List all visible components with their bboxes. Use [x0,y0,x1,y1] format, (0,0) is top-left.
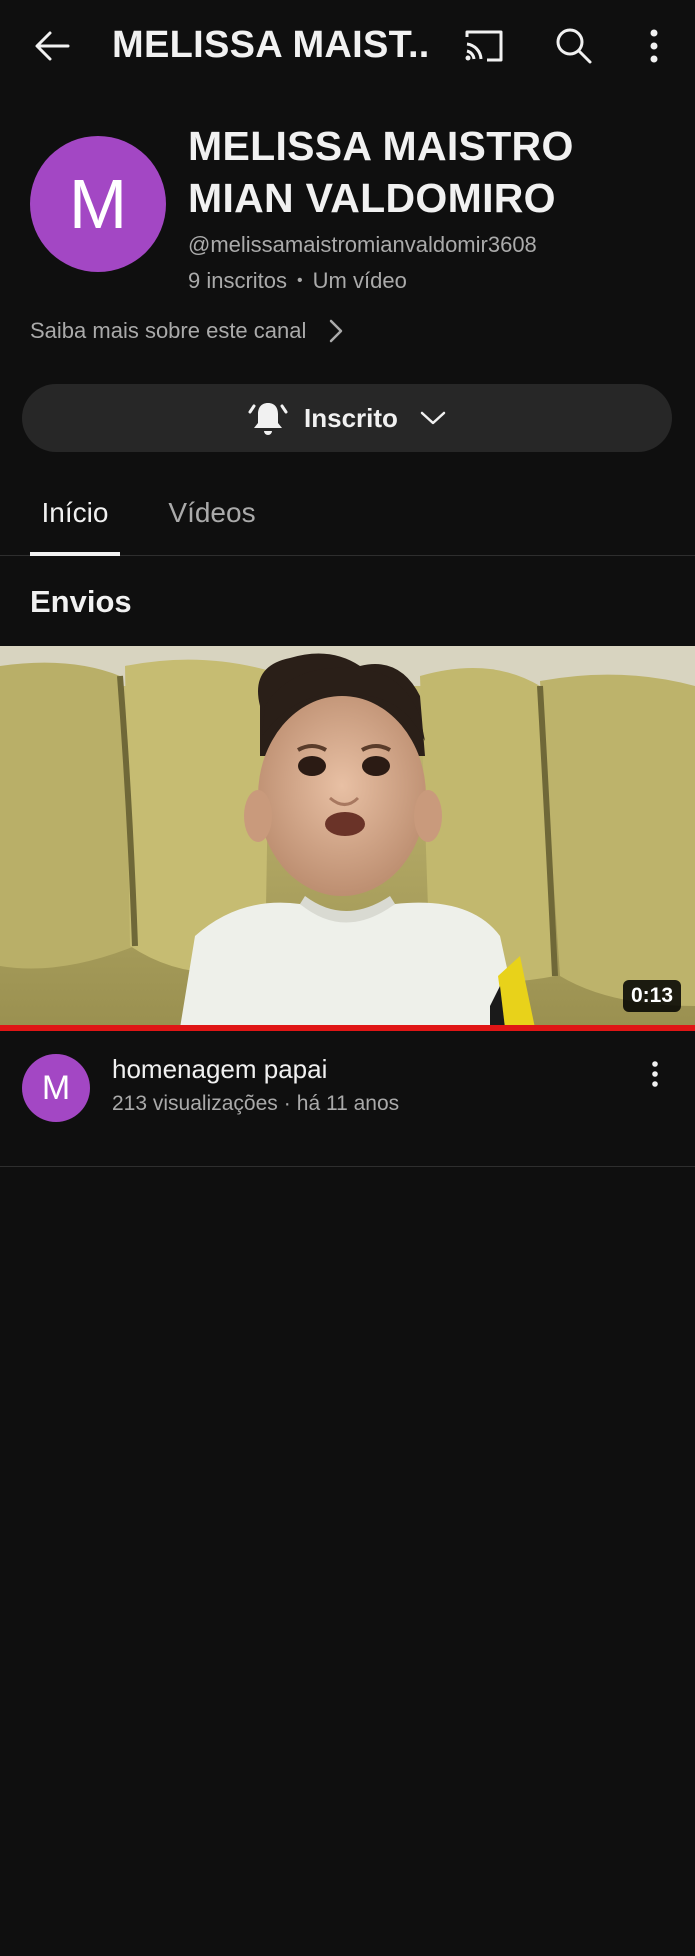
back-button[interactable] [24,18,80,74]
video-channel-avatar-letter: M [41,1068,71,1107]
subscribed-label: Inscrito [304,402,398,433]
more-vert-icon [652,1061,658,1087]
video-count: Um vídeo [312,268,407,293]
active-tab-indicator [30,552,120,556]
about-channel-label: Saiba mais sobre este canal [30,318,307,343]
channel-name-line2: MIAN VALDOMIRO [188,175,556,221]
search-icon [556,28,592,64]
arrow-left-icon [35,31,70,61]
video-thumbnail[interactable] [0,646,695,1028]
channel-name: MELISSA MAISTRO MIAN VALDOMIRO [188,120,668,224]
top-app-bar: MELISSA MAIST... [0,0,695,96]
cast-button[interactable] [456,18,512,74]
chevron-down-icon [420,411,446,425]
more-vert-icon [650,29,658,63]
watch-progress-bar [0,1025,695,1031]
about-channel-link[interactable]: Saiba mais sobre este canal [30,318,344,344]
video-meta: 213 visualizações · há 11 anos [112,1092,399,1116]
section-title: Envios [30,584,132,619]
channel-stats: 9 inscritos • Um vídeo [188,268,407,294]
channel-handle: @melissamaistromianvaldomir3608 [188,232,537,257]
more-options-button[interactable] [626,18,682,74]
list-divider [0,1166,695,1167]
subscribed-button[interactable]: Inscrito [22,384,672,452]
channel-name-line1: MELISSA MAISTRO [188,123,574,169]
video-channel-avatar[interactable]: M [22,1054,90,1122]
channel-tabs: Início Vídeos [0,470,695,556]
channel-avatar[interactable]: M [30,136,166,272]
video-title[interactable]: homenagem papai [112,1054,327,1085]
video-views: 213 visualizações [112,1092,278,1115]
video-list-item[interactable]: M homenagem papai 213 visualizações · há… [0,1048,695,1166]
video-more-button[interactable] [637,1052,673,1096]
stats-separator: • [297,272,303,289]
search-button[interactable] [546,18,602,74]
channel-avatar-letter: M [68,165,128,243]
thumbnail-image [0,646,695,1028]
video-age: há 11 anos [296,1092,400,1115]
page-title: MELISSA MAIST... [112,24,432,66]
video-meta-separator: · [283,1092,291,1115]
tab-videos[interactable]: Vídeos [160,470,264,556]
cast-icon [465,30,503,62]
video-duration: 0:13 [622,980,681,1012]
bell-icon [248,403,288,435]
subscriber-count: 9 inscritos [188,268,288,293]
chevron-right-icon [330,319,343,343]
tab-inicio[interactable]: Início [30,470,120,556]
